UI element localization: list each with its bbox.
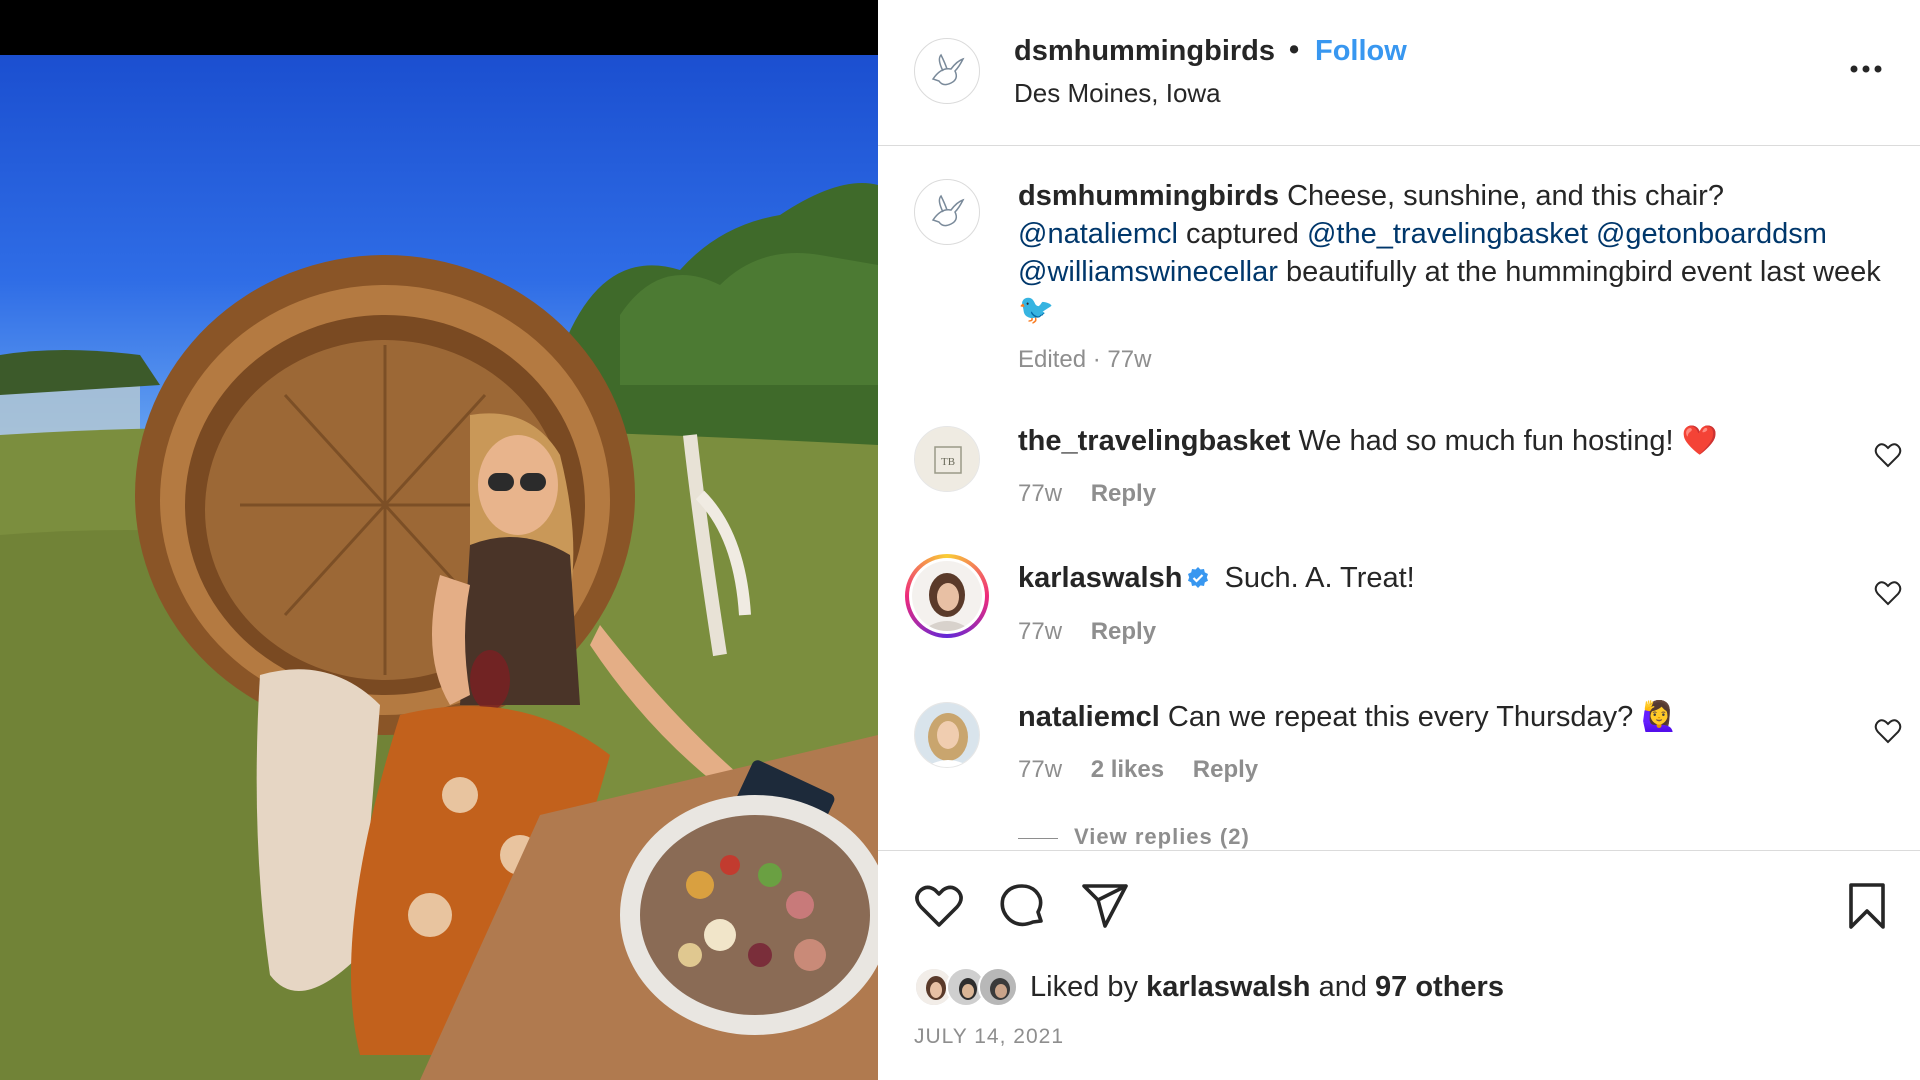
comment-text: We had so much fun hosting! [1290,425,1682,457]
comment-item: karlaswalsh Such. A. Treat! 77w Reply [878,554,1920,694]
commenter-avatar-story-ring[interactable] [905,554,989,638]
liked-by-row: Liked by karlaswalsh and 97 others [914,965,1504,1009]
comment-age: 77w [1018,480,1063,507]
post-date[interactable]: JULY 14, 2021 [914,1025,1064,1049]
commenter-avatar[interactable] [914,702,980,768]
comment-icon[interactable] [997,881,1047,931]
comment-body: karlaswalsh Such. A. Treat! [1018,562,1415,595]
caption-text-2: captured [1178,218,1307,250]
comment-body: the_travelingbasket We had so much fun h… [1018,424,1718,458]
comment-meta: 77w Reply [1018,480,1178,508]
heart-icon[interactable] [914,881,964,931]
post-photo-pane [0,0,878,1080]
comment-meta: 77w 2 likes Reply [1018,756,1280,784]
hummingbird-logo-icon [931,194,965,227]
likes-others-count[interactable]: 97 others [1375,971,1504,1003]
caption-author-avatar[interactable] [914,179,980,245]
verified-badge-icon [1188,567,1209,588]
liker-avatar[interactable] [978,967,1018,1007]
svg-text:TB: TB [941,456,955,468]
karlaswalsh-avatar-icon [912,561,982,631]
commenter-avatar[interactable]: TB [914,426,980,492]
post-side-panel: dsmhummingbirds • Follow Des Moines, Iow… [878,0,1920,1080]
mention-nataliemcl[interactable]: @nataliemcl [1018,218,1178,250]
comment-body: nataliemcl Can we repeat this every Thur… [1018,700,1677,734]
comment-text: Such. A. Treat! [1216,562,1415,594]
caption-text-3 [1588,218,1596,250]
comment-like-heart-icon[interactable] [1874,442,1902,468]
comment-like-heart-icon[interactable] [1874,718,1902,744]
author-username[interactable]: dsmhummingbirds [1014,35,1275,68]
more-horizontal-icon [1850,65,1882,73]
mention-the-travelingbasket[interactable]: @the_travelingbasket [1307,218,1588,250]
post-header: dsmhummingbirds • Follow Des Moines, Iow… [878,0,1920,146]
caption-meta: Edited · 77w [1018,346,1152,373]
mention-williamswinecellar[interactable]: @williamswinecellar [1018,256,1278,288]
comment-age: 77w [1018,756,1063,783]
comment-item: nataliemcl Can we repeat this every Thur… [878,700,1920,832]
liked-by-prefix: Liked by [1030,970,1147,1003]
view-replies-button[interactable]: View replies (2) [1018,824,1250,850]
separator-dot: • [1289,34,1300,66]
author-avatar[interactable] [914,38,980,104]
post-caption: dsmhummingbirds Cheese, sunshine, and th… [1018,177,1888,329]
share-icon[interactable] [1080,881,1130,931]
comment-age: 77w [1018,618,1063,645]
mention-getonboarddsm[interactable]: @getonboarddsm [1596,218,1827,250]
red-heart-emoji-icon: ❤️ [1681,425,1718,457]
comment-text: Can we repeat this every Thursday? [1159,701,1642,733]
bookmark-icon[interactable] [1842,881,1892,931]
comment-username[interactable]: nataliemcl [1018,701,1160,733]
comments-list[interactable]: dsmhummingbirds Cheese, sunshine, and th… [878,147,1920,850]
liked-by-user[interactable]: karlaswalsh [1146,971,1310,1003]
raising-hand-emoji-icon: 🙋‍♀️ [1641,701,1678,733]
nataliemcl-avatar-icon [915,703,979,767]
caption-text-1: Cheese, sunshine, and this chair? [1279,180,1724,212]
liked-by-text: Liked by karlaswalsh and 97 others [1030,971,1504,1004]
comment-username[interactable]: the_travelingbasket [1018,425,1290,457]
comment-meta: 77w Reply [1018,618,1178,646]
caption-text-5: beautifully at the hummingbird event las… [1277,256,1881,288]
liked-by-middle: and [1310,970,1376,1003]
comment-username[interactable]: karlaswalsh [1018,562,1182,594]
post-photo[interactable] [0,55,878,1080]
bird-emoji-icon: 🐦 [1018,294,1055,326]
reply-button[interactable]: Reply [1193,756,1258,783]
post-actions: Liked by karlaswalsh and 97 others JULY … [878,850,1920,1080]
photo-illustration [0,183,878,1080]
comment-item: TB the_travelingbasket We had so much fu… [878,424,1920,556]
comment-likes[interactable]: 2 likes [1091,756,1164,783]
post-location[interactable]: Des Moines, Iowa [1014,78,1221,109]
caption-author[interactable]: dsmhummingbirds [1018,180,1279,212]
follow-button[interactable]: Follow [1315,35,1407,68]
more-options-button[interactable] [1844,54,1888,84]
reply-button[interactable]: Reply [1091,480,1156,507]
comment-like-heart-icon[interactable] [1874,580,1902,606]
hummingbird-logo-icon [931,53,965,86]
reply-button[interactable]: Reply [1091,618,1156,645]
liker-avatar-icon [980,969,1016,1005]
travelingbasket-logo-icon: TB [915,427,979,491]
